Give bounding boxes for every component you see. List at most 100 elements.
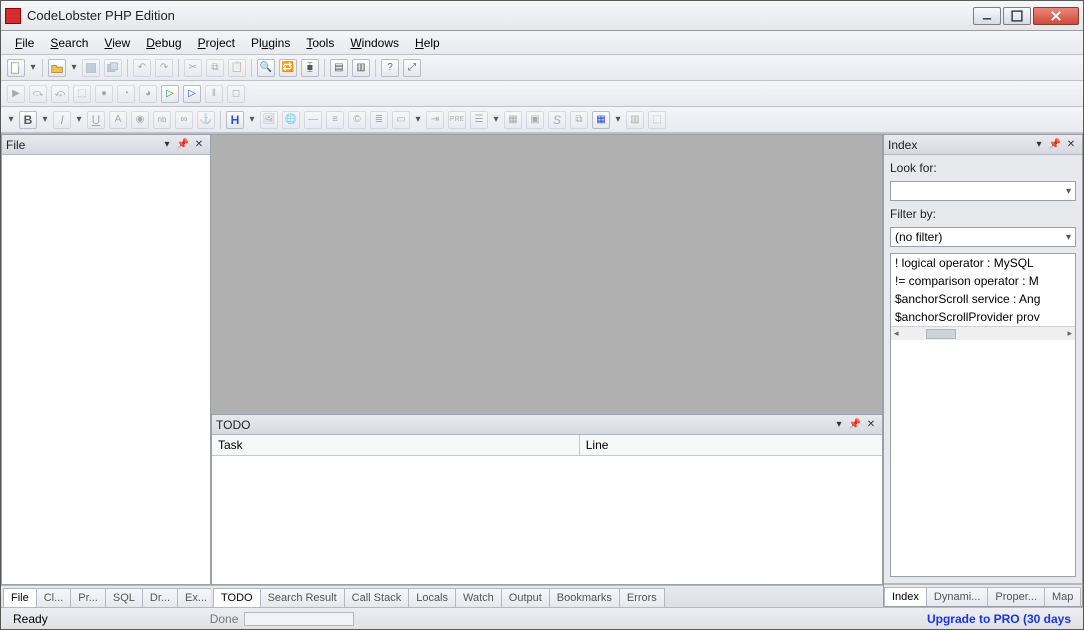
underline-button[interactable]: U (87, 111, 105, 129)
anchor-icon[interactable]: ⚓ (197, 111, 215, 129)
tab-index[interactable]: Index (884, 587, 927, 606)
debug-step-over-button[interactable]: ⤼ (29, 85, 47, 103)
world-icon[interactable]: 🌐 (282, 111, 300, 129)
horizontal-scrollbar[interactable]: ◂ ▸ (891, 326, 1075, 340)
menu-plugins[interactable]: Plugins (243, 34, 298, 52)
find-in-files-button[interactable]: ⧯ (301, 59, 319, 77)
pre-button[interactable]: PRE (448, 111, 466, 129)
heading-button[interactable]: H (226, 111, 244, 129)
redo-button[interactable]: ↷ (155, 59, 173, 77)
tab-project[interactable]: Pr... (70, 588, 106, 607)
debug-breakpoints-button[interactable]: ◕ (139, 85, 157, 103)
div-button[interactable]: ▭ (392, 111, 410, 129)
object-button[interactable]: ⬚ (648, 111, 666, 129)
tab-file[interactable]: File (3, 588, 37, 607)
form-button[interactable]: ▣ (526, 111, 544, 129)
filter-by-select[interactable]: (no filter) ▾ (890, 227, 1076, 247)
menu-tools[interactable]: Tools (298, 34, 342, 52)
tab-bookmarks[interactable]: Bookmarks (549, 588, 620, 607)
tab-watch[interactable]: Watch (455, 588, 502, 607)
nbsp-button[interactable]: nb (153, 111, 171, 129)
debug-start-button[interactable]: ▷ (183, 85, 201, 103)
dropdown-icon[interactable]: ▾ (614, 111, 622, 129)
image-icon[interactable]: 🖼 (260, 111, 278, 129)
scroll-thumb[interactable] (926, 329, 956, 339)
menu-view[interactable]: View (96, 34, 138, 52)
panel-menu-icon[interactable]: ▾ (832, 418, 846, 432)
tab-output[interactable]: Output (501, 588, 550, 607)
scroll-left-icon[interactable]: ◂ (891, 328, 902, 339)
panel-menu-icon[interactable]: ▾ (1032, 138, 1046, 152)
undo-button[interactable]: ↶ (133, 59, 151, 77)
hr-button[interactable]: — (304, 111, 322, 129)
todo-col-line[interactable]: Line (580, 435, 882, 455)
todo-col-task[interactable]: Task (212, 435, 580, 455)
dropdown-icon[interactable]: ▾ (492, 111, 500, 129)
pin-icon[interactable]: 📌 (1048, 138, 1062, 152)
minimize-button[interactable] (973, 7, 1001, 25)
list-item[interactable]: $anchorScroll service : Ang (891, 290, 1075, 308)
close-button[interactable] (1033, 7, 1079, 25)
upgrade-link[interactable]: Upgrade to PRO (30 days (921, 612, 1077, 626)
list-item[interactable]: ! logical operator : MySQL (891, 254, 1075, 272)
close-icon[interactable]: ✕ (192, 138, 206, 152)
editor-area[interactable] (211, 134, 883, 415)
font-button[interactable]: A (109, 111, 127, 129)
maximize-button[interactable] (1003, 7, 1031, 25)
menu-file[interactable]: File (7, 34, 42, 52)
embed-button[interactable]: ▥ (626, 111, 644, 129)
indent-button[interactable]: ⇥ (426, 111, 444, 129)
comment-button[interactable]: © (348, 111, 366, 129)
menu-project[interactable]: Project (190, 34, 243, 52)
align-left-icon[interactable]: ≡ (326, 111, 344, 129)
tab-search-result[interactable]: Search Result (260, 588, 345, 607)
tab-properties[interactable]: Proper... (987, 587, 1045, 606)
save-all-button[interactable] (104, 59, 122, 77)
align-center-icon[interactable]: ≣ (370, 111, 388, 129)
fullscreen-button[interactable]: ⤢ (403, 59, 421, 77)
close-icon[interactable]: ✕ (864, 418, 878, 432)
help-button[interactable]: ? (381, 59, 399, 77)
copy-button[interactable]: ⧉ (206, 59, 224, 77)
dropdown-icon[interactable]: ▾ (41, 111, 49, 129)
look-for-input[interactable]: ▾ (890, 181, 1076, 201)
menu-debug[interactable]: Debug (138, 34, 189, 52)
pin-icon[interactable]: 📌 (176, 138, 190, 152)
style-button[interactable]: ⧉ (570, 111, 588, 129)
dropdown-icon[interactable]: ▾ (70, 59, 78, 77)
pin-icon[interactable]: 📌 (848, 418, 862, 432)
dropdown-icon[interactable]: ▾ (75, 111, 83, 129)
find-button[interactable]: 🔍 (257, 59, 275, 77)
list-item[interactable]: != comparison operator : M (891, 272, 1075, 290)
debug-breakpoint-button[interactable]: ◔ (117, 85, 135, 103)
list-icon[interactable]: ☰ (470, 111, 488, 129)
cut-button[interactable]: ✂ (184, 59, 202, 77)
panel-menu-icon[interactable]: ▾ (160, 138, 174, 152)
tab-call-stack[interactable]: Call Stack (344, 588, 410, 607)
debug-step-out-button[interactable]: ⬚ (73, 85, 91, 103)
toggle-panel-button[interactable]: ▤ (330, 59, 348, 77)
tab-dr[interactable]: Dr... (142, 588, 178, 607)
bold-button[interactable]: ▾ (7, 111, 15, 129)
color-icon[interactable]: ◉ (131, 111, 149, 129)
script-button[interactable]: S (548, 111, 566, 129)
tab-class[interactable]: Cl... (36, 588, 72, 607)
tab-dynamic[interactable]: Dynami... (926, 587, 988, 606)
dropdown-icon[interactable]: ▾ (29, 59, 37, 77)
table-icon[interactable]: ▦ (504, 111, 522, 129)
toggle-panel2-button[interactable]: ▥ (352, 59, 370, 77)
tab-errors[interactable]: Errors (619, 588, 665, 607)
close-icon[interactable]: ✕ (1064, 138, 1078, 152)
link-icon[interactable]: ∞ (175, 111, 193, 129)
new-file-button[interactable] (7, 59, 25, 77)
menu-windows[interactable]: Windows (342, 34, 407, 52)
tab-todo[interactable]: TODO (213, 588, 261, 607)
tab-locals[interactable]: Locals (408, 588, 456, 607)
php-button[interactable]: ▦ (592, 111, 610, 129)
debug-run-button[interactable]: ▶ (7, 85, 25, 103)
menu-help[interactable]: Help (407, 34, 448, 52)
menu-search[interactable]: Search (42, 34, 96, 52)
italic-button[interactable]: I (53, 111, 71, 129)
debug-continue-button[interactable]: ▷ (161, 85, 179, 103)
bold-button[interactable]: B (19, 111, 37, 129)
